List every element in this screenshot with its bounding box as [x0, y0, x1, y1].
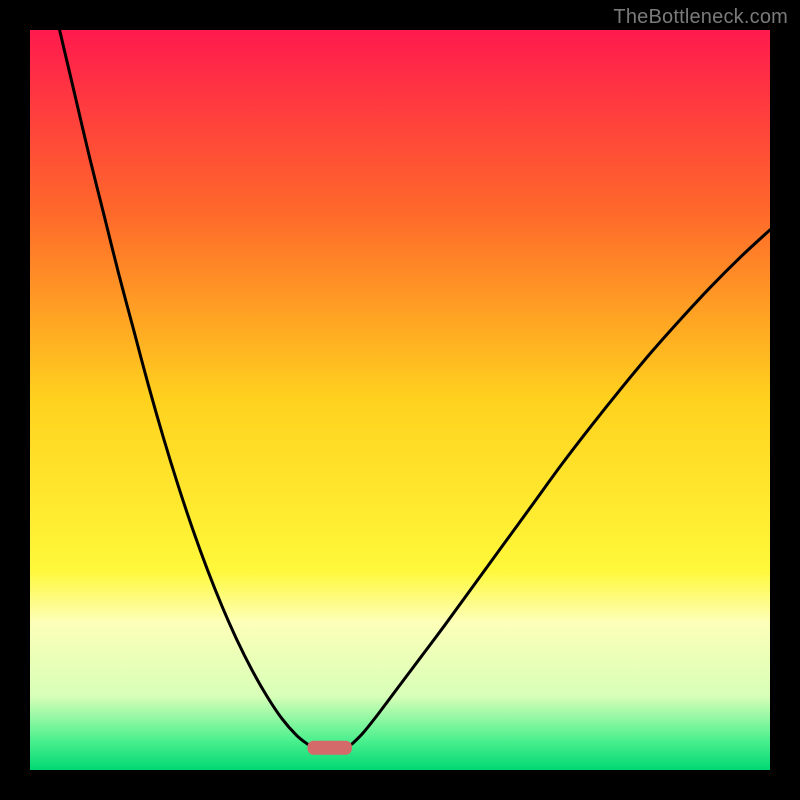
bottleneck-marker: [308, 741, 352, 755]
gradient-background: [30, 30, 770, 770]
watermark-text: TheBottleneck.com: [613, 6, 788, 29]
chart-frame: [30, 30, 770, 770]
bottleneck-chart: [30, 30, 770, 770]
